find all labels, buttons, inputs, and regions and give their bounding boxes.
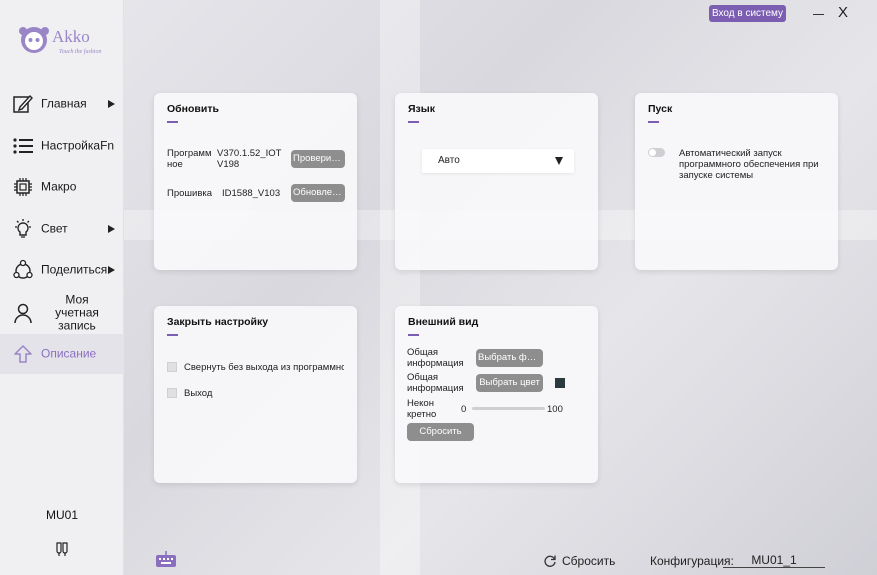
footer-reset-button[interactable]: Сбросить bbox=[543, 553, 615, 569]
sidebar-item-label: Свет bbox=[41, 221, 68, 236]
upload-icon bbox=[14, 345, 32, 363]
login-button[interactable]: Вход в систему bbox=[709, 5, 786, 22]
color-label: Общая информация bbox=[407, 372, 464, 394]
share-icon bbox=[13, 259, 33, 279]
chevron-right-icon bbox=[108, 266, 115, 274]
profile-name: MU01 bbox=[45, 508, 78, 522]
card-title: Закрыть настройку bbox=[167, 316, 269, 328]
sidebar-item-share[interactable]: Поделиться bbox=[0, 250, 124, 290]
sidebar: Akko Touch the fashion Главная Настройка… bbox=[0, 0, 124, 575]
title-underline bbox=[408, 121, 419, 123]
sidebar-item-fn-settings[interactable]: НастройкаFn bbox=[0, 126, 124, 166]
card-title: Обновить bbox=[167, 103, 219, 115]
akko-logo: Akko Touch the fashion bbox=[19, 27, 101, 55]
sidebar-item-light[interactable]: Свет bbox=[0, 209, 124, 249]
keyboard-icon[interactable] bbox=[155, 550, 177, 568]
opacity-slider[interactable] bbox=[472, 407, 545, 410]
refresh-icon bbox=[544, 555, 556, 567]
card-title: Внешний вид bbox=[408, 316, 479, 328]
language-select[interactable]: Авто bbox=[422, 149, 574, 173]
check-update-button[interactable]: Проверить ... bbox=[291, 150, 345, 168]
opacity-label: Неконкретно bbox=[407, 398, 437, 420]
sidebar-item-home[interactable]: Главная bbox=[0, 84, 124, 124]
language-card: Язык Авто bbox=[395, 93, 598, 270]
card-title: Пуск bbox=[648, 103, 673, 115]
color-swatch[interactable] bbox=[555, 378, 565, 388]
sidebar-item-description[interactable]: Описание bbox=[0, 334, 124, 374]
sidebar-item-macro[interactable]: Макро bbox=[0, 167, 124, 207]
autostart-description: Автоматический запуск программного обесп… bbox=[679, 148, 819, 181]
sidebar-item-account[interactable]: Моя учетная запись bbox=[0, 292, 124, 334]
config-value[interactable]: MU01_1 bbox=[723, 553, 825, 568]
user-icon bbox=[14, 303, 32, 324]
exit-checkbox[interactable] bbox=[167, 388, 177, 398]
firmware-version: ID1588_V103 bbox=[222, 188, 281, 199]
close-button[interactable]: X bbox=[836, 4, 850, 22]
sidebar-item-label: Макро bbox=[41, 179, 77, 194]
choose-color-button[interactable]: Выбрать цвет bbox=[476, 374, 543, 392]
software-version: V370.1.52_IOTV198 bbox=[217, 148, 282, 170]
minimize-button[interactable] bbox=[813, 6, 825, 22]
logo-tagline: Touch the fashion bbox=[59, 48, 101, 55]
sidebar-item-label: Главная bbox=[41, 96, 87, 111]
appearance-card: Внешний вид Общая информация Выбрать фот… bbox=[395, 306, 598, 483]
list-icon bbox=[13, 138, 33, 154]
title-underline bbox=[167, 334, 178, 336]
title-underline bbox=[648, 121, 659, 123]
logo-brand: Akko bbox=[52, 27, 90, 46]
chevron-right-icon bbox=[108, 225, 115, 233]
minimize-option-label: Свернуть без выхода из программног... bbox=[184, 362, 344, 373]
opacity-max: 100 bbox=[547, 404, 563, 415]
software-label: Программное bbox=[167, 148, 212, 170]
caret-down-icon bbox=[555, 157, 563, 165]
firmware-update-button[interactable]: Обновление bbox=[291, 184, 345, 202]
firmware-label: Прошивка bbox=[167, 188, 213, 199]
config-label: Конфигурация: bbox=[650, 554, 734, 568]
language-value: Авто bbox=[438, 155, 460, 166]
edit-icon bbox=[13, 94, 33, 113]
sidebar-item-label: Описание bbox=[41, 346, 97, 361]
appearance-reset-button[interactable]: Сбросить bbox=[407, 423, 474, 441]
background-band bbox=[380, 0, 420, 575]
update-card: Обновить Программное V370.1.52_IOTV198 П… bbox=[154, 93, 357, 270]
startup-card: Пуск Автоматический запуск программного … bbox=[635, 93, 838, 270]
background-label: Общая информация bbox=[407, 347, 464, 369]
close-settings-card: Закрыть настройку Свернуть без выхода из… bbox=[154, 306, 357, 483]
choose-photo-button[interactable]: Выбрать фото... bbox=[476, 349, 543, 367]
chevron-right-icon bbox=[108, 100, 115, 108]
opacity-min: 0 bbox=[461, 404, 467, 415]
device-icon[interactable] bbox=[54, 541, 70, 557]
footer-reset-label: Сбросить bbox=[562, 554, 616, 568]
exit-option-label: Выход bbox=[184, 388, 213, 399]
bulb-icon bbox=[15, 219, 31, 238]
sidebar-item-label: Моя учетная запись bbox=[55, 292, 99, 333]
minimize-checkbox[interactable] bbox=[167, 362, 177, 372]
autostart-toggle[interactable] bbox=[648, 148, 665, 157]
sidebar-item-label: НастройкаFn bbox=[41, 138, 115, 153]
card-title: Язык bbox=[408, 103, 435, 115]
title-underline bbox=[408, 334, 419, 336]
title-underline bbox=[167, 121, 178, 123]
chip-icon bbox=[14, 178, 32, 196]
sidebar-item-label: Поделиться bbox=[41, 262, 108, 277]
